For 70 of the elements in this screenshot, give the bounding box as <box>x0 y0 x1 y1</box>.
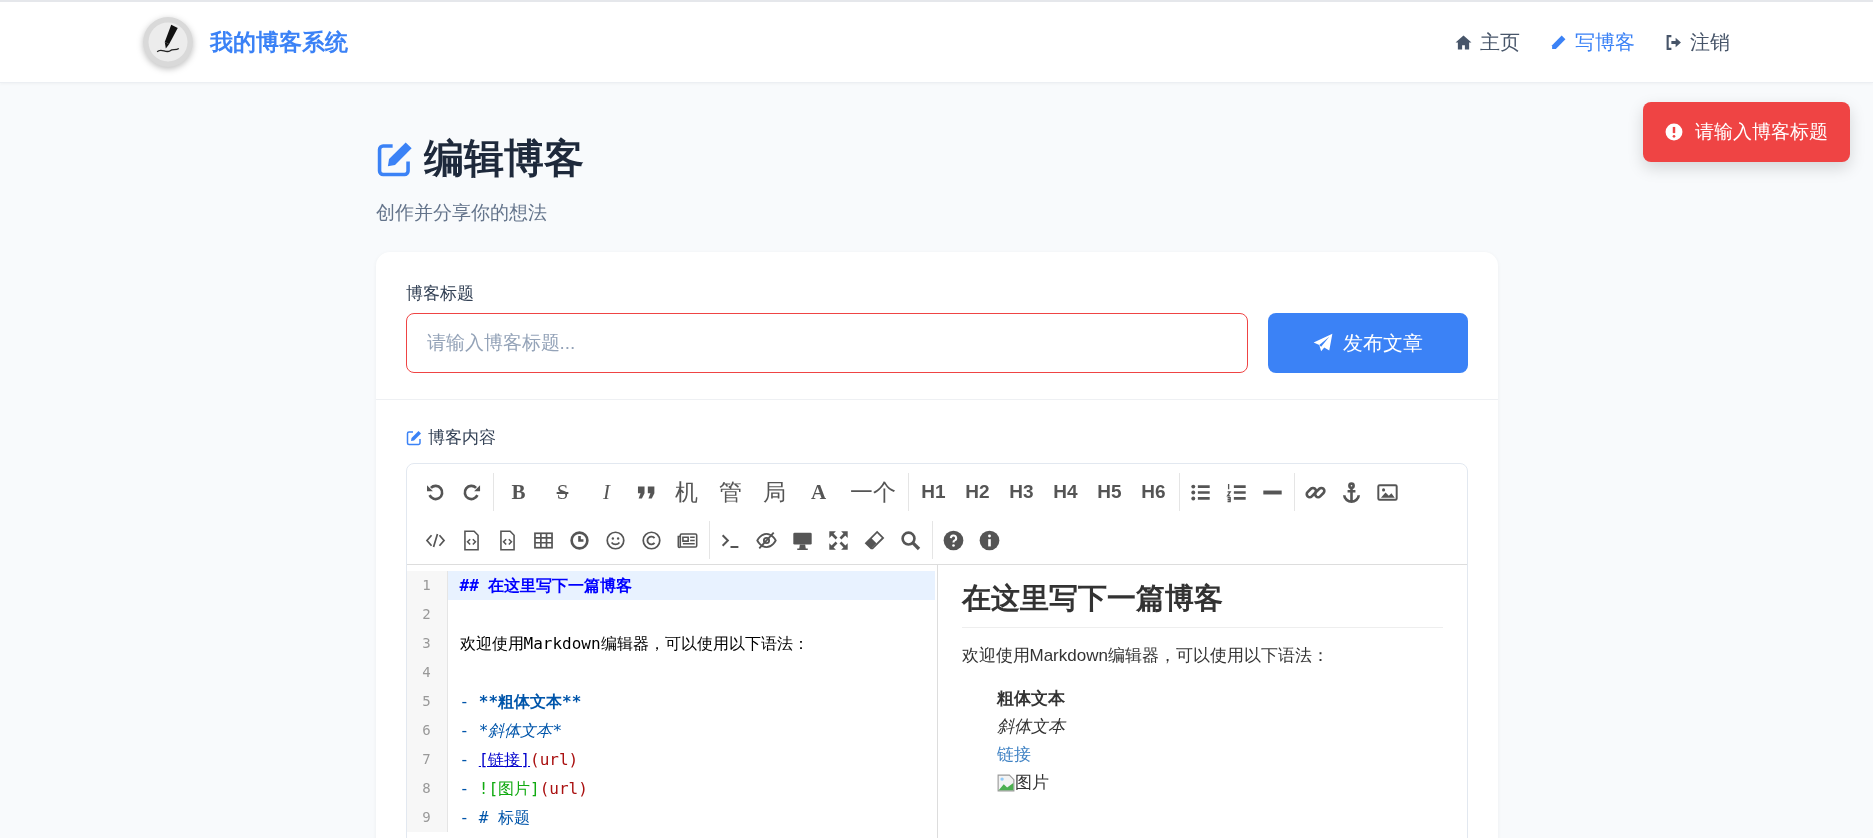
preview-heading: 在这里写下一篇博客 <box>961 579 1443 628</box>
page-subtitle: 创作并分享你的想法 <box>375 201 548 225</box>
toolbar-button[interactable]: H5 <box>1092 481 1127 503</box>
file-code-icon[interactable] <box>497 529 518 551</box>
clock-icon[interactable] <box>569 529 590 551</box>
eye-slash-icon[interactable] <box>756 529 777 551</box>
line-number: 7 <box>406 745 448 774</box>
toolbar-button[interactable]: H3 <box>1004 481 1039 503</box>
nav-link[interactable]: 注销 <box>1664 28 1730 56</box>
preview-paragraph: 欢迎使用Markdown编辑器，可以使用以下语法： <box>961 645 1330 667</box>
line-number: 4 <box>406 658 448 687</box>
publish-button[interactable]: 发布文章 <box>1267 313 1468 373</box>
toolbar-button[interactable]: B <box>501 479 536 505</box>
preview-text: 斜体文本 <box>996 716 1065 738</box>
toolbar-button[interactable]: 管 <box>713 476 748 508</box>
pencil-icon <box>1549 33 1567 51</box>
home-icon <box>1454 33 1472 51</box>
copyright-icon[interactable] <box>641 529 662 551</box>
line-number: 8 <box>406 774 448 803</box>
title-input[interactable]: 请输入博客标题... <box>405 313 1248 373</box>
toolbar-button[interactable]: H1 <box>916 481 951 503</box>
line-number: 5 <box>406 687 448 716</box>
code-line: ## 在这里写下一篇博客 <box>459 576 633 595</box>
image-alt-text: 图片 <box>1014 772 1049 794</box>
toolbar-button[interactable]: A <box>801 479 836 505</box>
code-line: - *斜体文本* <box>459 721 563 740</box>
toolbar-button[interactable]: 一个 <box>845 476 900 508</box>
eraser-icon[interactable] <box>864 529 885 551</box>
field-label: 博客标题 <box>405 283 475 305</box>
toolbar-button[interactable]: I <box>589 479 624 505</box>
question-icon[interactable] <box>943 529 964 551</box>
line-number: 2 <box>406 600 448 629</box>
expand-icon[interactable] <box>828 529 849 551</box>
field-label: 博客内容 <box>427 427 496 449</box>
exclamation-icon <box>1665 123 1683 141</box>
code-line: - # 标题 <box>459 808 531 827</box>
smile-icon[interactable] <box>605 529 626 551</box>
search-icon[interactable] <box>900 529 921 551</box>
list-ol-icon[interactable] <box>1226 481 1247 503</box>
anchor-icon[interactable] <box>1341 481 1362 503</box>
toolbar-button[interactable]: H6 <box>1136 481 1171 503</box>
toolbar-button[interactable]: H2 <box>960 481 995 503</box>
nav-link[interactable]: 主页 <box>1454 28 1520 56</box>
logo-icon <box>141 16 194 68</box>
site-title[interactable]: 我的博客系统 <box>209 26 348 58</box>
sign-out-icon <box>1664 33 1682 51</box>
page-title: 编辑博客 <box>423 135 584 182</box>
toolbar-button[interactable]: 局 <box>757 476 792 508</box>
broken-image-icon <box>996 773 1015 793</box>
edit-icon <box>405 429 422 446</box>
code-line: 欢迎使用Markdown编辑器，可以使用以下语法： <box>459 634 809 653</box>
toast-message: 请输入博客标题 <box>1695 120 1828 144</box>
nav-link[interactable]: 写博客 <box>1549 28 1635 56</box>
toolbar-button[interactable]: S <box>545 479 580 505</box>
line-number: 9 <box>406 803 448 832</box>
paper-plane-icon <box>1312 333 1333 353</box>
line-number: 3 <box>406 629 448 658</box>
code-line: - ![图片](url) <box>459 779 588 798</box>
info-icon[interactable] <box>979 529 1000 551</box>
line-number: 6 <box>406 716 448 745</box>
table-icon[interactable] <box>533 529 554 551</box>
preview-link[interactable]: 链接 <box>996 741 1031 769</box>
toolbar-button[interactable]: H4 <box>1048 481 1083 503</box>
toolbar-button[interactable]: 机 <box>669 476 704 508</box>
preview-text: 粗体文本 <box>996 688 1065 710</box>
code-line: - **粗体文本** <box>459 692 582 711</box>
file-code-icon[interactable] <box>461 529 482 551</box>
line-number: 1 <box>406 571 448 600</box>
code-line: - [链接](url) <box>459 750 579 769</box>
image-icon[interactable] <box>1377 481 1398 503</box>
